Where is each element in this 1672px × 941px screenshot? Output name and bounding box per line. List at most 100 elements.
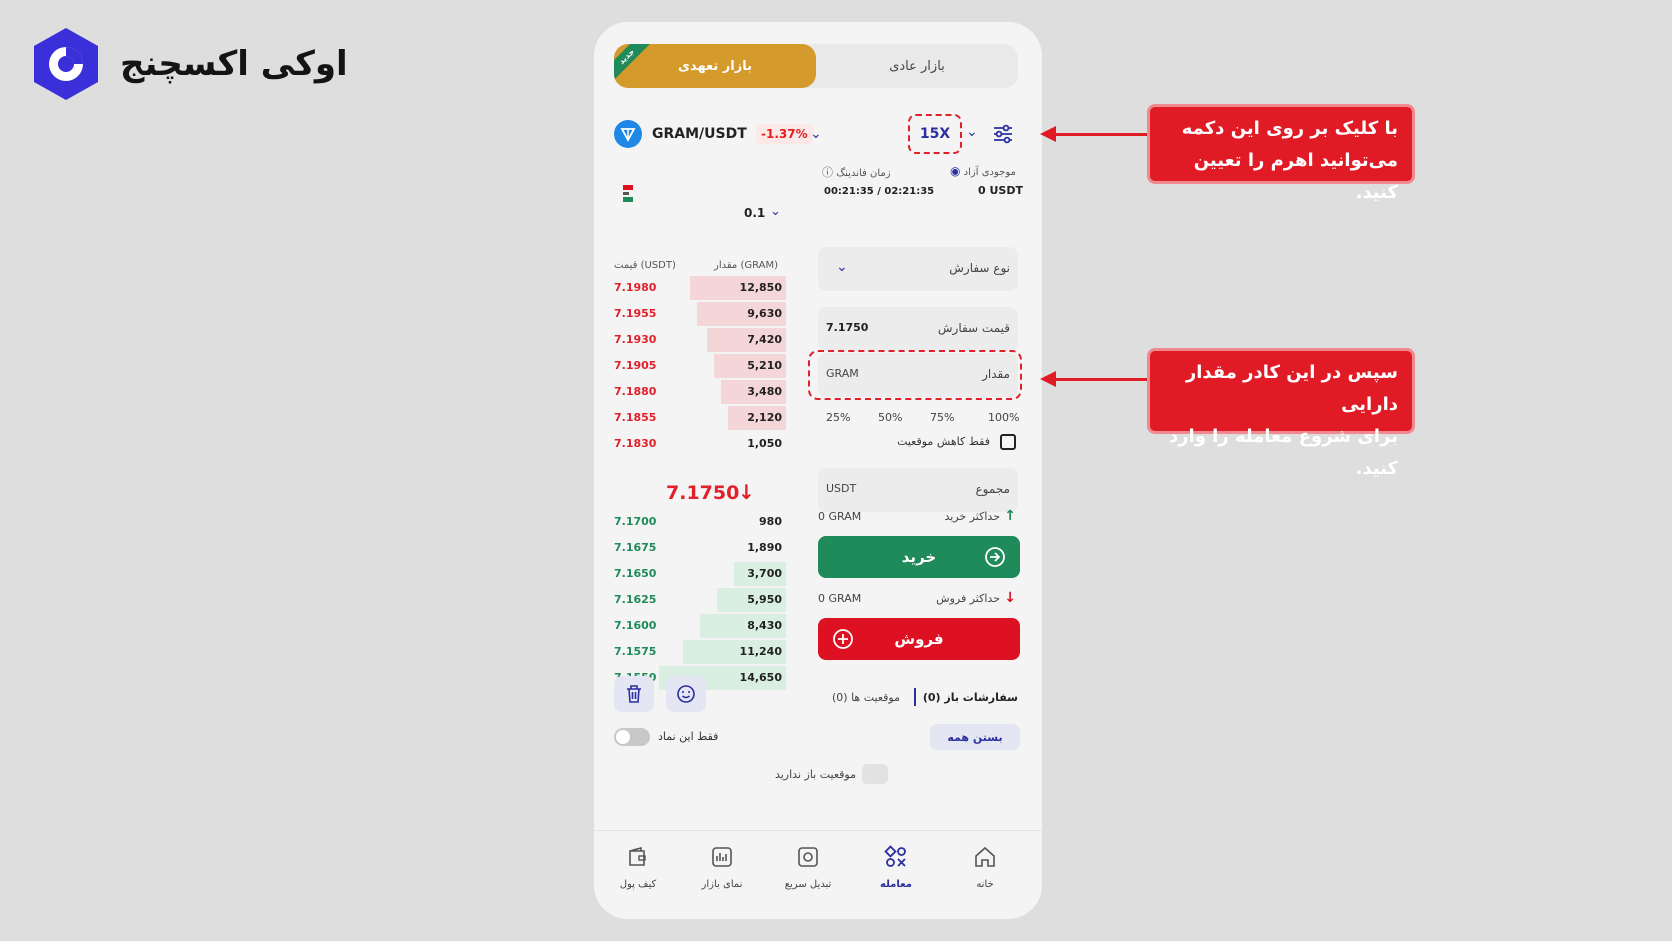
bid-row[interactable]: 7.1625 5,950: [614, 588, 786, 612]
sliders-icon[interactable]: [992, 123, 1014, 145]
order-price-field[interactable]: قیمت سفارش 7.1750: [818, 307, 1018, 351]
orderbook-qty-header: مقدار (GRAM): [714, 260, 779, 271]
arrow-right-circle-icon: [985, 547, 1005, 567]
bid-qty: 980: [759, 515, 782, 528]
ask-row[interactable]: 7.1855 2,120: [614, 406, 786, 430]
ask-qty: 1,050: [747, 437, 782, 450]
arrow-down-icon: ↓: [738, 480, 755, 504]
max-sell-row: 0 GRAM حداکثر فروش ↓: [818, 590, 1018, 610]
nav-wallet[interactable]: کیف پول: [602, 831, 674, 911]
bid-qty: 3,700: [747, 567, 782, 580]
ask-qty: 7,420: [747, 333, 782, 346]
reduce-only-checkbox[interactable]: [1000, 434, 1016, 450]
bid-qty: 1,890: [747, 541, 782, 554]
tick-size-select[interactable]: 0.1: [744, 206, 765, 220]
bid-qty: 11,240: [739, 645, 782, 658]
ask-qty: 9,630: [747, 307, 782, 320]
funding-label: زمان فاندینگ ⓘ: [822, 166, 891, 179]
ask-row[interactable]: 7.1905 5,210: [614, 354, 786, 378]
reduce-only-row: فقط کاهش موقعیت: [818, 432, 1018, 452]
ask-row[interactable]: 7.1980 12,850: [614, 276, 786, 300]
tab-futures[interactable]: جدید بازار تعهدی: [614, 44, 816, 88]
ask-row[interactable]: 7.1930 7,420: [614, 328, 786, 352]
max-buy-value: 0 GRAM: [818, 510, 862, 523]
ask-price: 7.1905: [614, 359, 657, 372]
home-icon: [975, 846, 995, 867]
info-icon[interactable]: ⓘ: [822, 166, 833, 179]
leverage-button[interactable]: 15X: [908, 114, 962, 154]
pair-name[interactable]: GRAM/USDT: [652, 126, 747, 142]
ask-price: 7.1880: [614, 385, 657, 398]
bid-row[interactable]: 7.1675 1,890: [614, 536, 786, 560]
ask-row[interactable]: 7.1880 3,480: [614, 380, 786, 404]
sell-button[interactable]: فروش: [818, 618, 1020, 660]
nav-market[interactable]: نمای بازار: [686, 831, 758, 911]
bid-qty: 5,950: [747, 593, 782, 606]
bid-row[interactable]: 7.1700 980: [614, 510, 786, 534]
arrow-up-icon: ↑: [1004, 508, 1016, 524]
chevron-down-icon[interactable]: ⌄: [966, 124, 978, 140]
plus-circle-icon: [833, 629, 853, 649]
total-field[interactable]: مجموع USDT: [818, 468, 1018, 512]
max-buy-label: حداکثر خرید: [944, 510, 1000, 523]
nav-trade-label: معامله: [880, 879, 912, 890]
nav-trade[interactable]: معامله: [860, 831, 932, 911]
pct-25[interactable]: 25%: [826, 411, 850, 424]
order-type-select[interactable]: نوع سفارش ⌄: [818, 247, 1018, 291]
bid-row[interactable]: 7.1650 3,700: [614, 562, 786, 586]
empty-positions-text: موقعیت باز ندارید: [774, 768, 856, 781]
ask-price: 7.1855: [614, 411, 657, 424]
trash-button[interactable]: [614, 676, 654, 712]
funding-value: 00:21:35 / 02:21:35: [824, 186, 935, 197]
bid-row[interactable]: 7.1575 11,240: [614, 640, 786, 664]
buy-label: خرید: [901, 548, 937, 566]
free-balance-value: 0 USDT: [978, 184, 1023, 197]
pct-100[interactable]: 100%: [988, 411, 1019, 424]
nav-home-label: خانه: [976, 879, 994, 890]
ask-qty: 2,120: [747, 411, 782, 424]
emoji-button[interactable]: [666, 676, 706, 712]
ton-coin-icon: [614, 120, 642, 148]
arrow-down-icon: ↓: [1004, 590, 1016, 606]
sell-label: فروش: [894, 630, 944, 648]
ask-row[interactable]: 7.1830 1,050: [614, 432, 786, 456]
chevron-down-icon[interactable]: ⌄: [770, 204, 781, 219]
bid-qty: 14,650: [739, 671, 782, 684]
callout-arrowhead-2: [1040, 371, 1056, 387]
nav-convert-label: تبدیل سریع: [784, 879, 832, 890]
quantity-callout-line1: سپس در این کادر مقدار دارایی: [1185, 362, 1398, 415]
quantity-highlight: [808, 350, 1022, 400]
trade-icon: [884, 845, 906, 867]
nav-home[interactable]: خانه: [949, 831, 1021, 911]
pct-50[interactable]: 50%: [878, 411, 902, 424]
bid-price: 7.1650: [614, 567, 657, 580]
brand-name: اوکی اکسچنج: [120, 44, 348, 84]
market-tabs: جدید بازار تعهدی بازار عادی: [614, 44, 1018, 88]
tab-spot[interactable]: بازار عادی: [816, 44, 1018, 88]
tab-open-orders[interactable]: سفارشات باز (0): [923, 691, 1018, 704]
callout-arrow-1: [1054, 133, 1147, 136]
bid-row[interactable]: 7.1600 8,430: [614, 614, 786, 638]
orderbook-view-icon[interactable]: [620, 182, 638, 208]
buy-button[interactable]: خرید: [818, 536, 1020, 578]
bid-price: 7.1675: [614, 541, 657, 554]
nav-market-label: نمای بازار: [701, 879, 743, 890]
okex-logo-icon: [34, 28, 98, 100]
leverage-callout-line2: می‌توانید اهرم را تعیین کنید.: [1193, 150, 1398, 203]
close-all-button[interactable]: بستن همه: [930, 724, 1020, 750]
only-symbol-toggle[interactable]: [614, 728, 650, 746]
orderbook-price-header: قیمت (USDT): [614, 260, 676, 271]
ask-price: 7.1830: [614, 437, 657, 450]
pct-75[interactable]: 75%: [930, 411, 954, 424]
ask-price: 7.1980: [614, 281, 657, 294]
ask-row[interactable]: 7.1955 9,630: [614, 302, 786, 326]
eye-icon[interactable]: ◉: [950, 164, 960, 178]
tab-divider: [914, 688, 916, 706]
new-badge: جدید: [614, 44, 652, 82]
tab-positions[interactable]: موقعیت ها (0): [832, 691, 900, 704]
nav-convert[interactable]: تبدیل سریع: [772, 831, 844, 911]
brand: اوکی اکسچنج: [32, 26, 348, 102]
only-symbol-label: فقط این نماد: [658, 730, 719, 743]
tab-spot-label: بازار عادی: [889, 58, 945, 74]
chevron-down-icon[interactable]: ⌄: [810, 126, 822, 142]
